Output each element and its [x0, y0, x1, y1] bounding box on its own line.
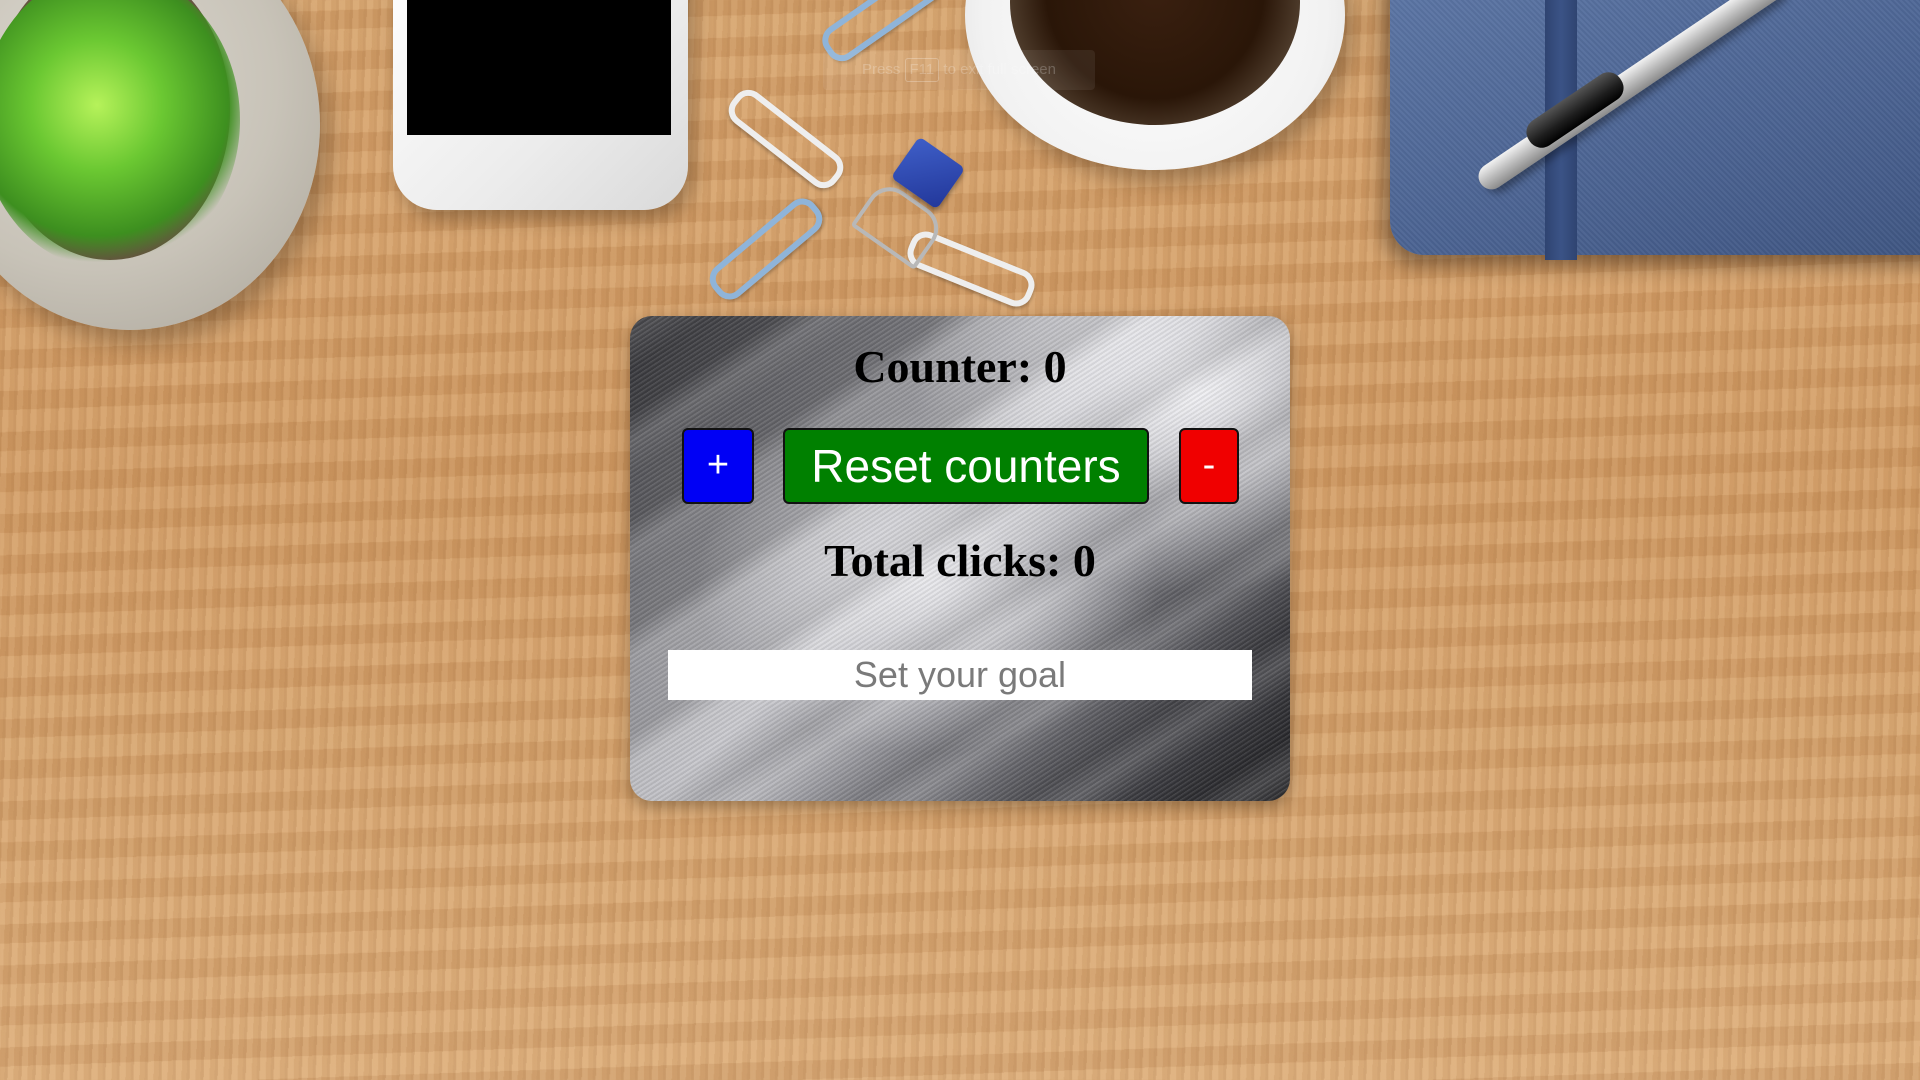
counter-card: Counter: 0 + Reset counters - Total clic… — [630, 316, 1290, 801]
smartphone-decoration — [393, 0, 688, 210]
total-clicks-display: Total clicks: 0 — [824, 535, 1096, 586]
fullscreen-hint-suffix: to exit full screen — [943, 61, 1056, 78]
decrement-button[interactable]: - — [1179, 428, 1239, 504]
reset-counters-button[interactable]: Reset counters — [783, 428, 1149, 504]
paper-clip-decoration — [703, 192, 829, 306]
increment-button[interactable]: + — [682, 428, 754, 504]
paper-clip-decoration — [722, 83, 850, 195]
notebook-decoration — [1390, 0, 1920, 255]
smartphone-screen — [407, 0, 671, 135]
fullscreen-hint: Press F11 to exit full screen — [823, 50, 1095, 90]
fullscreen-hint-prefix: Press — [862, 61, 901, 78]
fullscreen-hint-key: F11 — [904, 58, 940, 82]
counter-display: Counter: 0 — [853, 341, 1067, 392]
goal-input[interactable] — [668, 650, 1252, 700]
